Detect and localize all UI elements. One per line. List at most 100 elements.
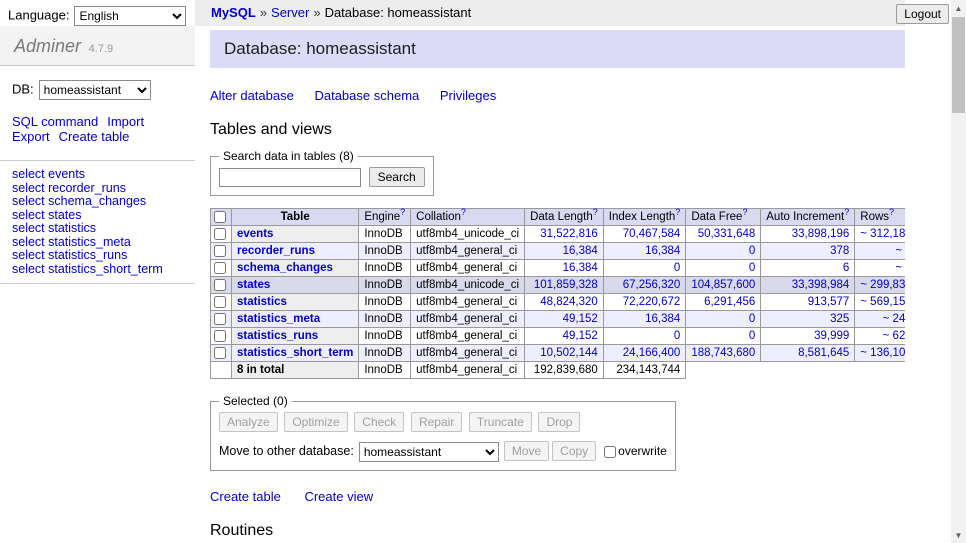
search-button[interactable]: Search xyxy=(369,167,425,187)
move-button[interactable]: Move xyxy=(504,441,549,461)
rows-count-link[interactable]: ~ 136,108 xyxy=(860,347,905,359)
alter-database-link[interactable]: Alter database xyxy=(210,88,294,103)
auto-increment-link[interactable]: 325 xyxy=(830,313,849,325)
auto-increment-link[interactable]: 8,581,645 xyxy=(798,347,849,359)
row-select-checkbox[interactable] xyxy=(214,262,226,274)
table-name-link[interactable]: statistics_short_term xyxy=(237,347,353,359)
repair-button[interactable]: Repair xyxy=(411,412,462,432)
row-select-checkbox[interactable] xyxy=(214,296,226,308)
sidebar-item-select-events[interactable]: select events xyxy=(12,168,183,182)
move-db-select[interactable]: homeassistant xyxy=(359,442,499,462)
row-select-checkbox[interactable] xyxy=(214,313,226,325)
create-view-link[interactable]: Create view xyxy=(304,489,373,504)
help-link[interactable]: ? xyxy=(461,207,466,217)
auto-increment-link[interactable]: 33,398,984 xyxy=(792,279,850,291)
scroll-down-icon[interactable]: ▼ xyxy=(951,527,966,543)
data-free-link[interactable]: 6,291,456 xyxy=(704,296,755,308)
index-length-link[interactable]: 16,384 xyxy=(645,245,680,257)
help-link[interactable]: ? xyxy=(889,207,894,217)
table-name-link[interactable]: events xyxy=(237,228,273,240)
data-free-link[interactable]: 0 xyxy=(749,245,755,257)
rows-count-link[interactable]: ~ 628 xyxy=(883,330,905,342)
table-name-link[interactable]: recorder_runs xyxy=(237,245,315,257)
drop-button[interactable]: Drop xyxy=(538,412,580,432)
data-length-link[interactable]: 49,152 xyxy=(563,330,598,342)
index-length-link[interactable]: 16,384 xyxy=(645,313,680,325)
data-length-link[interactable]: 16,384 xyxy=(563,262,598,274)
rows-count-link[interactable]: ~ 244 xyxy=(883,313,905,325)
rows-count-link[interactable]: ~ 3 xyxy=(895,262,905,274)
rows-count-link[interactable]: ~ 312,180 xyxy=(860,228,905,240)
db-select[interactable]: homeassistant xyxy=(39,80,151,100)
create-table-link[interactable]: Create table xyxy=(210,489,281,504)
help-link[interactable]: ? xyxy=(675,207,680,217)
database-schema-link[interactable]: Database schema xyxy=(314,88,419,103)
export-link[interactable]: Export xyxy=(12,129,50,144)
row-select-checkbox[interactable] xyxy=(214,228,226,240)
index-length-link[interactable]: 0 xyxy=(674,330,680,342)
table-name-link[interactable]: states xyxy=(237,279,270,291)
sidebar-item-select-schema-changes[interactable]: select schema_changes xyxy=(12,195,183,209)
data-free-link[interactable]: 188,743,680 xyxy=(691,347,755,359)
search-input[interactable] xyxy=(219,168,361,187)
table-name-link[interactable]: schema_changes xyxy=(237,262,333,274)
data-free-link[interactable]: 50,331,648 xyxy=(698,228,756,240)
copy-button[interactable]: Copy xyxy=(552,441,596,461)
index-length-link[interactable]: 0 xyxy=(674,262,680,274)
data-free-link[interactable]: 104,857,600 xyxy=(691,279,755,291)
breadcrumb-mysql-link[interactable]: MySQL xyxy=(211,5,256,20)
auto-increment-link[interactable]: 913,577 xyxy=(808,296,850,308)
analyze-button[interactable]: Analyze xyxy=(219,412,278,432)
auto-increment-link[interactable]: 378 xyxy=(830,245,849,257)
sidebar-item-select-recorder-runs[interactable]: select recorder_runs xyxy=(12,182,183,196)
sidebar-item-select-states[interactable]: select states xyxy=(12,209,183,223)
help-link[interactable]: ? xyxy=(844,207,849,217)
help-link[interactable]: ? xyxy=(742,207,747,217)
table-name-link[interactable]: statistics xyxy=(237,296,287,308)
index-length-link[interactable]: 70,467,584 xyxy=(623,228,681,240)
row-select-checkbox[interactable] xyxy=(214,330,226,342)
data-free-link[interactable]: 0 xyxy=(749,313,755,325)
select-all-checkbox[interactable] xyxy=(214,211,226,223)
sidebar-create-table-link[interactable]: Create table xyxy=(59,129,130,144)
data-length-link[interactable]: 48,824,320 xyxy=(540,296,598,308)
help-link[interactable]: ? xyxy=(400,207,405,217)
data-free-link[interactable]: 0 xyxy=(749,262,755,274)
import-link[interactable]: Import xyxy=(107,114,144,129)
language-select[interactable]: English xyxy=(74,6,186,26)
scroll-up-icon[interactable]: ▲ xyxy=(951,0,966,16)
scroll-thumb[interactable] xyxy=(952,17,965,113)
data-length-link[interactable]: 16,384 xyxy=(563,245,598,257)
data-length-link[interactable]: 10,502,144 xyxy=(540,347,598,359)
logout-button[interactable]: Logout xyxy=(896,4,949,24)
data-free-link[interactable]: 0 xyxy=(749,330,755,342)
index-length-link[interactable]: 24,166,400 xyxy=(623,347,681,359)
index-length-link[interactable]: 72,220,672 xyxy=(623,296,681,308)
sidebar-item-select-statistics[interactable]: select statistics xyxy=(12,222,183,236)
overwrite-checkbox[interactable] xyxy=(604,446,616,458)
rows-count-link[interactable]: ~ 569,159 xyxy=(860,296,905,308)
table-name-link[interactable]: statistics_runs xyxy=(237,330,318,342)
data-length-link[interactable]: 31,522,816 xyxy=(540,228,598,240)
sidebar-item-select-statistics-meta[interactable]: select statistics_meta xyxy=(12,236,183,250)
row-select-checkbox[interactable] xyxy=(214,347,226,359)
rows-count-link[interactable]: ~ 5 xyxy=(895,245,905,257)
data-length-link[interactable]: 101,859,328 xyxy=(534,279,598,291)
sidebar-item-select-statistics-short-term[interactable]: select statistics_short_term xyxy=(12,263,183,277)
sql-command-link[interactable]: SQL command xyxy=(12,114,98,129)
data-length-link[interactable]: 49,152 xyxy=(563,313,598,325)
row-select-checkbox[interactable] xyxy=(214,279,226,291)
row-select-checkbox[interactable] xyxy=(214,245,226,257)
help-link[interactable]: ? xyxy=(593,207,598,217)
truncate-button[interactable]: Truncate xyxy=(469,412,532,432)
privileges-link[interactable]: Privileges xyxy=(440,88,496,103)
table-name-link[interactable]: statistics_meta xyxy=(237,313,320,325)
check-button[interactable]: Check xyxy=(354,412,404,432)
rows-count-link[interactable]: ~ 299,833 xyxy=(860,279,905,291)
auto-increment-link[interactable]: 33,898,196 xyxy=(792,228,850,240)
index-length-link[interactable]: 67,256,320 xyxy=(623,279,681,291)
auto-increment-link[interactable]: 39,999 xyxy=(814,330,849,342)
breadcrumb-server-link[interactable]: Server xyxy=(271,5,309,20)
scrollbar[interactable]: ▲ ▼ xyxy=(951,0,966,543)
sidebar-item-select-statistics-runs[interactable]: select statistics_runs xyxy=(12,249,183,263)
